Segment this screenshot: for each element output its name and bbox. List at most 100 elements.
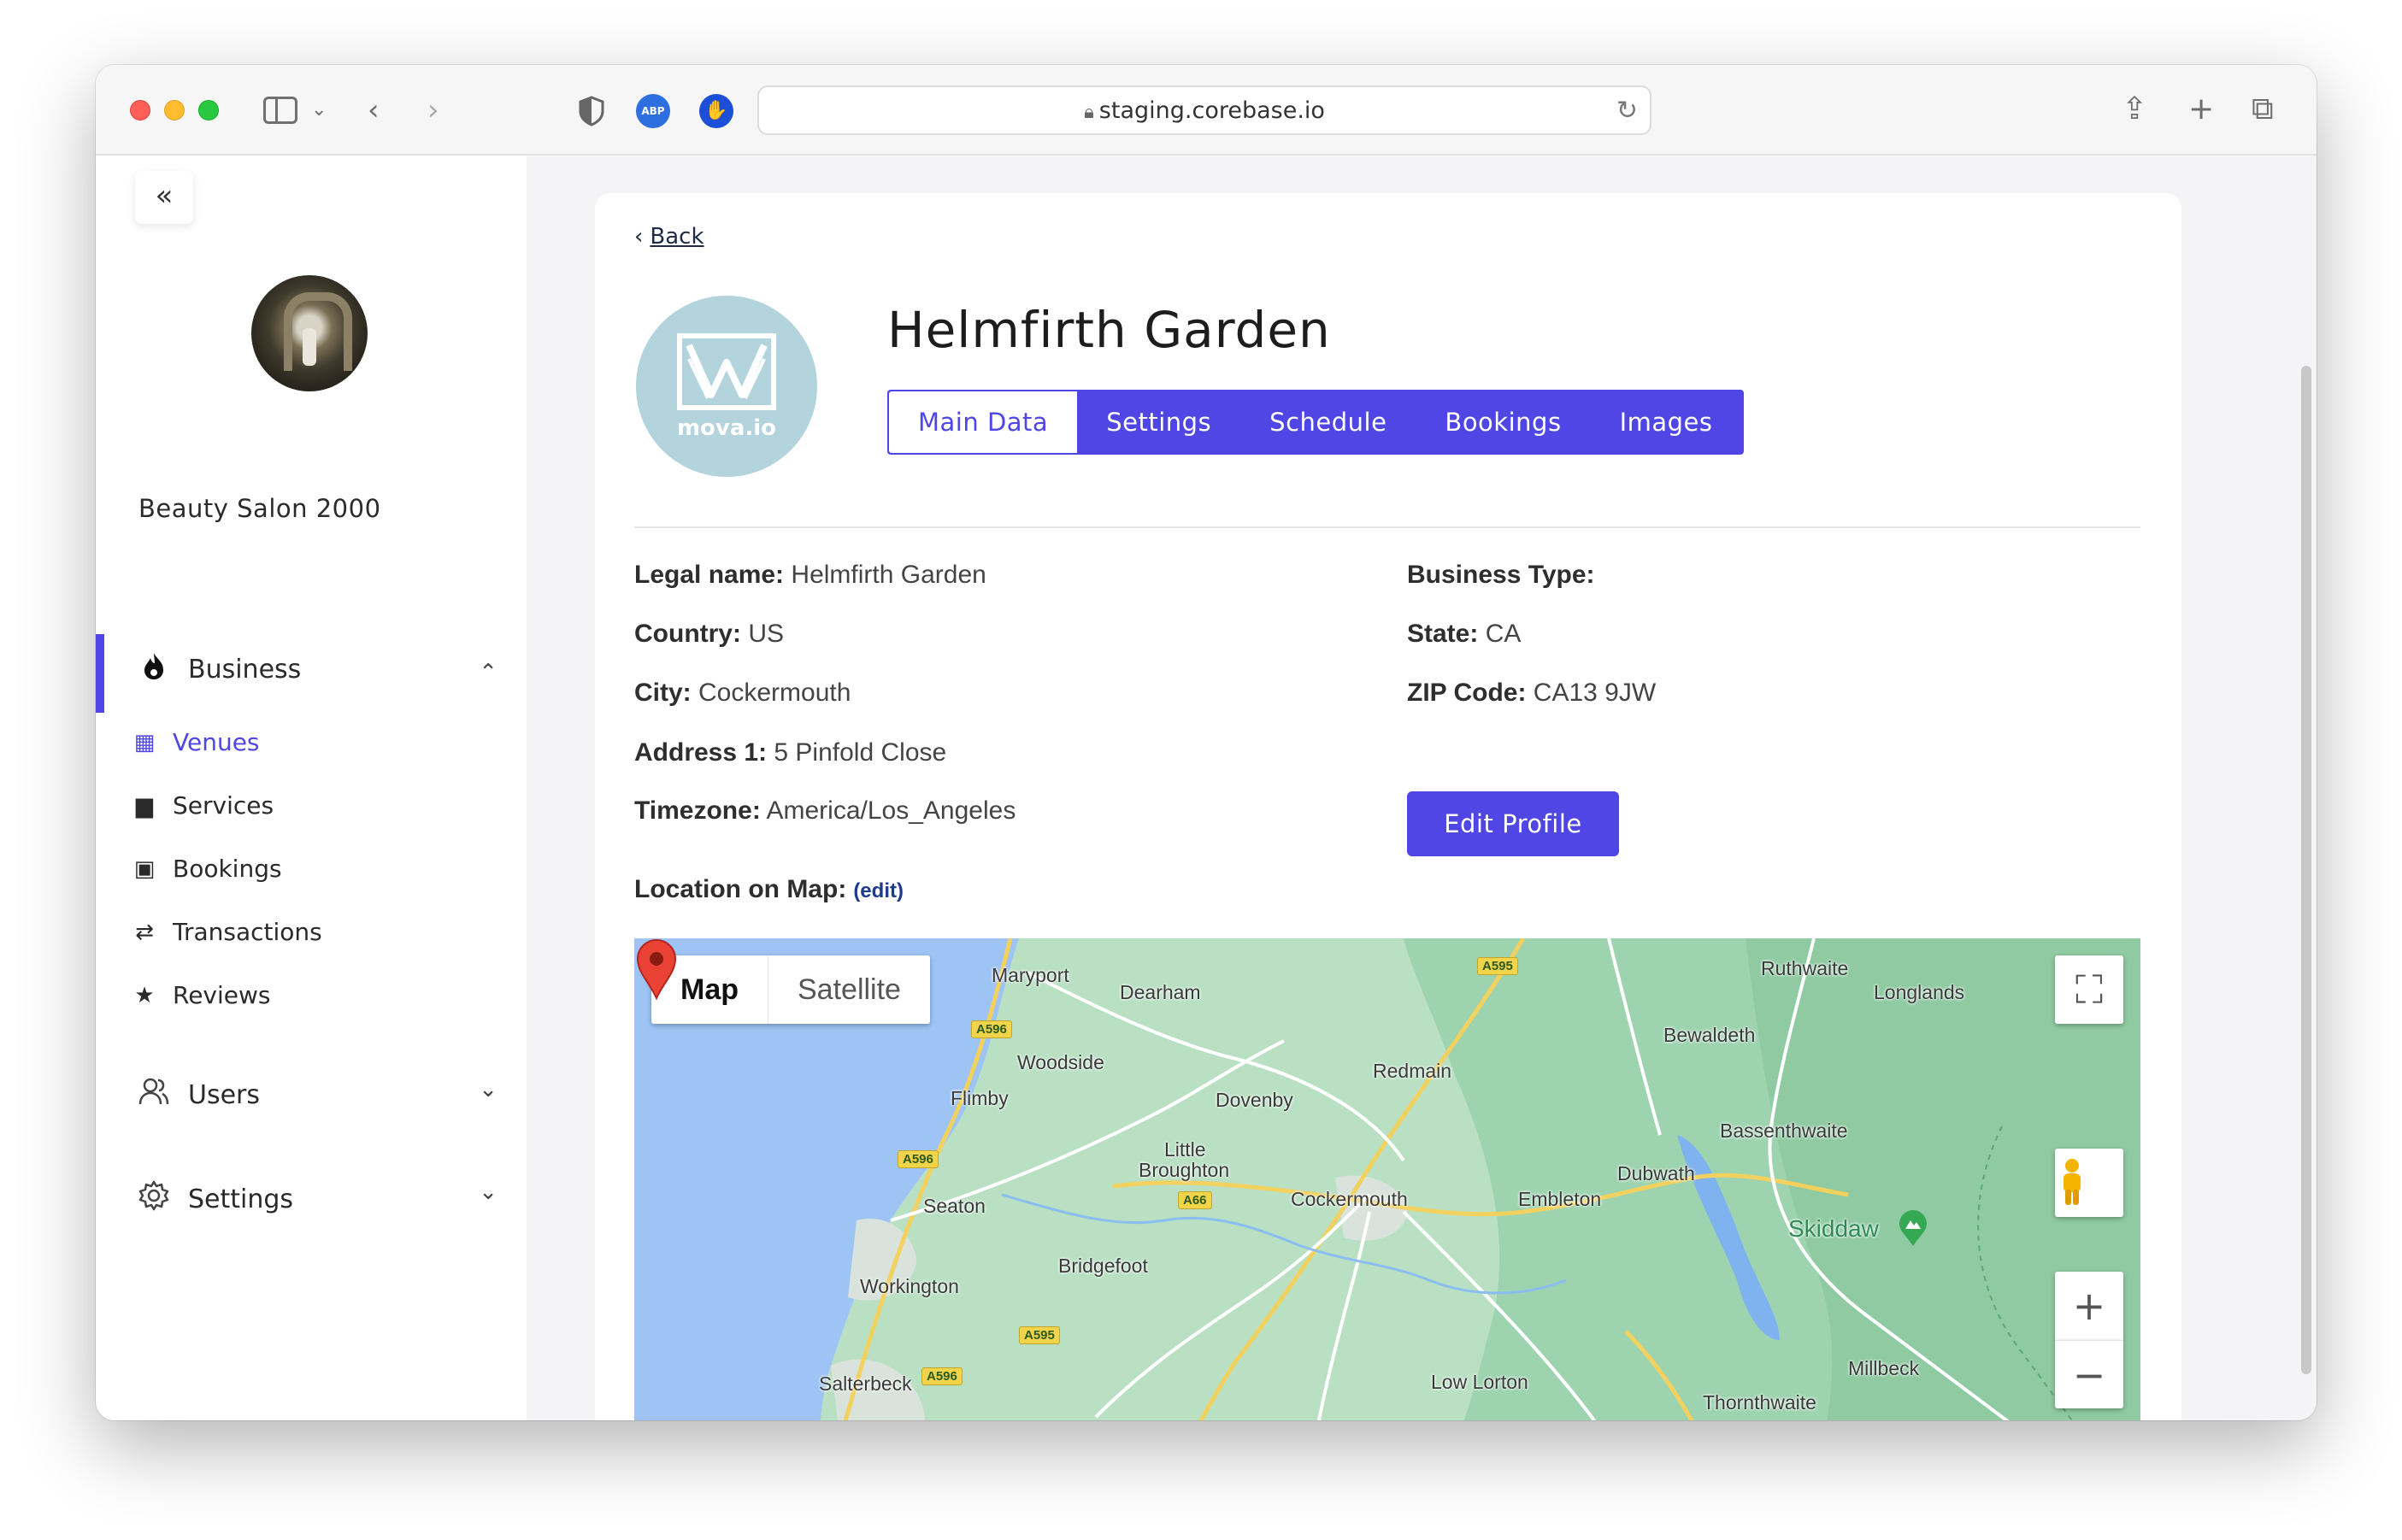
fullscreen-icon[interactable]: ⛶ <box>2055 955 2123 1024</box>
flame-icon <box>135 651 173 687</box>
close-window-button[interactable] <box>130 100 150 120</box>
nav-users-label: Users <box>188 1079 261 1110</box>
sidebar-item-services[interactable]: ▆ Services <box>132 791 274 820</box>
map-place-label: Cockermouth <box>1291 1188 1408 1210</box>
map-type-satellite[interactable]: Satellite <box>768 955 930 1024</box>
field-label: Business Type: <box>1407 561 1595 589</box>
nav-settings[interactable]: Settings <box>135 1179 293 1219</box>
road-shield: A596 <box>971 1020 1012 1038</box>
field-address: Address 1: 5 Pinfold Close <box>634 738 946 767</box>
tab-main-data[interactable]: Main Data <box>889 391 1078 453</box>
lock-icon: 🔒︎ <box>1084 102 1094 123</box>
sidebar-item-label: Bookings <box>173 855 282 883</box>
venue-logo: mova.io <box>636 296 817 477</box>
field-city: City: Cockermouth <box>634 679 851 708</box>
field-zip: ZIP Code: CA13 9JW <box>1407 679 1656 708</box>
tab-schedule[interactable]: Schedule <box>1240 391 1416 453</box>
chevron-down-icon[interactable]: ⌄ <box>311 91 327 130</box>
chevron-up-icon[interactable]: ⌃ <box>479 660 497 685</box>
map-place-label: Dubwath <box>1617 1162 1695 1184</box>
map-place-label: Maryport <box>992 964 1069 986</box>
field-label: Country: <box>634 620 741 648</box>
map-place-label: Millbeck <box>1848 1357 1920 1379</box>
sidebar-item-transactions[interactable]: ⇄ Transactions <box>132 918 322 946</box>
chevron-down-icon[interactable]: ⌄ <box>479 1179 497 1205</box>
road-shield: A595 <box>1477 957 1518 975</box>
road-shield: A595 <box>1019 1326 1060 1344</box>
map-place-label: Dovenby <box>1216 1089 1293 1111</box>
road-shield: A596 <box>898 1150 939 1168</box>
url-text: staging.corebase.io <box>1098 97 1325 124</box>
zoom-window-button[interactable] <box>198 100 219 120</box>
location-label-text: Location on Map: <box>634 875 847 903</box>
mova-logo-icon <box>677 333 776 410</box>
sidebar-item-venues[interactable]: ▦ Venues <box>132 728 260 756</box>
map-place-label: Woodside <box>1017 1051 1104 1073</box>
sidebar-item-bookings[interactable]: ▣ Bookings <box>132 855 282 883</box>
sidebar-item-label: Transactions <box>173 918 322 946</box>
zoom-in-button[interactable]: + <box>2055 1272 2123 1340</box>
hand-icon[interactable]: ✋ <box>699 94 733 128</box>
gear-icon <box>135 1179 173 1219</box>
map-place-label: Salterbeck <box>819 1372 912 1395</box>
location-edit-link[interactable]: (edit) <box>853 879 904 902</box>
back-arrow-icon[interactable]: ‹ <box>368 91 380 130</box>
map-place-label: Seaton <box>923 1195 986 1217</box>
map-place-label: Embleton <box>1518 1188 1602 1210</box>
map-place-label: Dearham <box>1120 981 1201 1003</box>
venue-tabs: Main Data Settings Schedule Bookings Ima… <box>887 390 1744 455</box>
collapse-sidebar-button[interactable]: « <box>135 171 193 224</box>
org-avatar <box>251 275 368 391</box>
field-label: City: <box>634 679 692 707</box>
field-value: US <box>748 620 785 648</box>
map-place-label: Bridgefoot <box>1058 1255 1148 1277</box>
back-link[interactable]: ‹ Back <box>634 224 704 250</box>
reload-icon[interactable]: ↻ <box>1616 91 1638 132</box>
map-place-label: Flimby <box>951 1087 1009 1109</box>
share-icon[interactable]: ⇪ <box>2122 89 2147 130</box>
page-scrollbar[interactable] <box>2301 366 2311 1374</box>
app-area: « Beauty Salon 2000 Business ⌃ ▦ Venues … <box>96 156 2317 1420</box>
sidebar-toggle-icon[interactable] <box>263 97 297 124</box>
field-legal-name: Legal name: Helmfirth Garden <box>634 561 986 590</box>
road-shield: A66 <box>1178 1191 1212 1209</box>
app-sidebar: « Beauty Salon 2000 Business ⌃ ▦ Venues … <box>96 156 527 1420</box>
address-bar[interactable]: 🔒︎ staging.corebase.io ↻ <box>757 85 1651 135</box>
field-value: Helmfirth Garden <box>791 561 986 589</box>
location-pin-icon[interactable] <box>634 938 679 1000</box>
minimize-window-button[interactable] <box>164 100 185 120</box>
tab-images[interactable]: Images <box>1591 391 1742 453</box>
adblock-icon[interactable]: ABP <box>636 94 670 128</box>
nav-users[interactable]: Users <box>135 1077 260 1113</box>
sidebar-item-reviews[interactable]: ★ Reviews <box>132 981 270 1009</box>
field-value: CA <box>1485 620 1522 648</box>
nav-business[interactable]: Business <box>135 651 527 687</box>
tab-bookings[interactable]: Bookings <box>1416 391 1590 453</box>
sidebar-item-label: Venues <box>173 728 260 756</box>
venue-card: ‹ Back mova.io Helmfirth Garden Main Data… <box>595 193 2181 1420</box>
map-place-label: Redmain <box>1373 1060 1452 1082</box>
map-place-label: Bewaldeth <box>1663 1024 1756 1046</box>
users-icon <box>135 1077 173 1113</box>
forward-arrow-icon[interactable]: › <box>427 91 439 130</box>
field-label: Legal name: <box>634 561 785 589</box>
location-label: Location on Map: (edit) <box>634 875 904 904</box>
map-place-label: Little <box>1164 1138 1206 1161</box>
park-marker-icon[interactable] <box>1898 1210 1928 1248</box>
location-map[interactable]: Map Satellite ⛶ + − Maryport Dearham Woo… <box>634 938 2140 1420</box>
field-state: State: CA <box>1407 620 1521 649</box>
back-link-label: Back <box>650 224 704 250</box>
field-label: ZIP Code: <box>1407 679 1527 707</box>
tab-settings[interactable]: Settings <box>1077 391 1240 453</box>
zoom-out-button[interactable]: − <box>2055 1340 2123 1408</box>
chevron-down-icon[interactable]: ⌄ <box>479 1077 497 1102</box>
building-icon: ▦ <box>133 729 156 755</box>
logo-text: mova.io <box>676 415 777 441</box>
shield-icon[interactable] <box>574 94 609 128</box>
field-value: Cockermouth <box>698 679 851 707</box>
street-view-pegman-icon[interactable] <box>2055 1149 2123 1217</box>
edit-profile-button[interactable]: Edit Profile <box>1407 791 1619 856</box>
map-place-label: Bassenthwaite <box>1720 1120 1848 1142</box>
tab-overview-icon[interactable]: ⧉ <box>2252 89 2274 130</box>
new-tab-icon[interactable]: + <box>2188 89 2214 130</box>
